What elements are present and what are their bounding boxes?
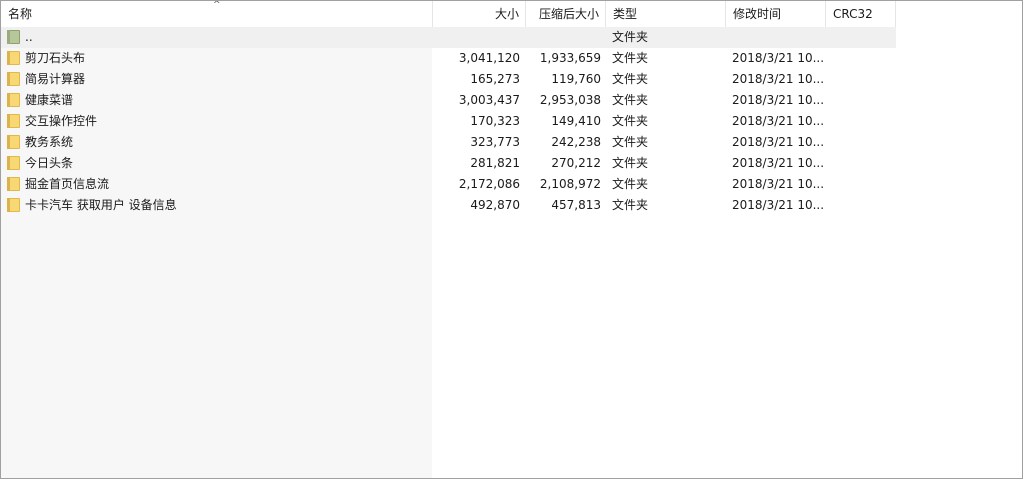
file-type: 文件夹 [612, 72, 649, 86]
file-type: 文件夹 [612, 198, 649, 212]
file-type: 文件夹 [612, 177, 649, 191]
file-size: 323,773 [470, 135, 520, 149]
file-name-cell: 教务系统 [7, 132, 431, 153]
file-size: 165,273 [470, 72, 520, 86]
file-row[interactable]: 掘金首页信息流 2,172,086 2,108,972 文件夹 2018/3/2… [1, 174, 1022, 195]
column-header-size[interactable]: 大小 [433, 1, 526, 27]
file-name: 健康菜谱 [25, 93, 74, 107]
file-type: 文件夹 [612, 93, 649, 107]
file-modified: 2018/3/21 10... [732, 198, 824, 212]
file-row[interactable]: 今日头条 281,821 270,212 文件夹 2018/3/21 10... [1, 153, 1022, 174]
file-row[interactable]: 交互操作控件 170,323 149,410 文件夹 2018/3/21 10.… [1, 111, 1022, 132]
file-name: 剪刀石头布 [25, 51, 86, 65]
column-header-crc32[interactable]: CRC32 [826, 1, 896, 27]
file-type: 文件夹 [612, 135, 649, 149]
column-header-modified-label: 修改时间 [733, 7, 782, 21]
column-header-size-label: 大小 [494, 7, 519, 21]
folder-icon [7, 92, 20, 107]
file-name: 简易计算器 [25, 72, 86, 86]
file-name: 掘金首页信息流 [25, 177, 110, 191]
folder-icon [7, 50, 20, 65]
file-modified: 2018/3/21 10... [732, 135, 824, 149]
column-header-bar: 名称 ^ 大小 压缩后大小 类型 修改时间 CRC32 [1, 1, 1022, 27]
file-packed-size: 242,238 [551, 135, 601, 149]
parent-folder-row[interactable]: .. 文件夹 [1, 27, 896, 48]
file-modified: 2018/3/21 10... [732, 177, 824, 191]
folder-icon [7, 155, 20, 170]
file-name-cell: 剪刀石头布 [7, 48, 431, 69]
parent-folder-name: .. [25, 30, 33, 44]
file-packed-size: 270,212 [551, 156, 601, 170]
file-type: 文件夹 [612, 156, 649, 170]
archive-file-list: 名称 ^ 大小 压缩后大小 类型 修改时间 CRC32 .. 文件夹 剪刀石头布… [0, 0, 1023, 479]
file-size: 2,172,086 [458, 177, 520, 191]
file-type: 文件夹 [612, 114, 649, 128]
column-header-type-label: 类型 [613, 7, 638, 21]
folder-icon [7, 113, 20, 128]
file-packed-size: 119,760 [551, 72, 601, 86]
file-packed-size: 2,953,038 [539, 93, 601, 107]
file-modified: 2018/3/21 10... [732, 156, 824, 170]
file-size: 3,003,437 [458, 93, 520, 107]
file-name: 卡卡汽车 获取用户 设备信息 [25, 198, 177, 212]
file-packed-size: 149,410 [551, 114, 601, 128]
folder-icon [7, 134, 20, 149]
parent-folder-icon [7, 29, 20, 44]
file-name-cell: 简易计算器 [7, 69, 431, 90]
column-header-packed-size-label: 压缩后大小 [538, 7, 599, 21]
file-row[interactable]: 教务系统 323,773 242,238 文件夹 2018/3/21 10... [1, 132, 1022, 153]
file-name-cell: 交互操作控件 [7, 111, 431, 132]
file-name-cell: 掘金首页信息流 [7, 174, 431, 195]
file-size: 170,323 [470, 114, 520, 128]
file-modified: 2018/3/21 10... [732, 93, 824, 107]
file-packed-size: 2,108,972 [539, 177, 601, 191]
file-name: 交互操作控件 [25, 114, 98, 128]
parent-folder-name-cell: .. [7, 27, 431, 48]
file-type: 文件夹 [612, 51, 649, 65]
file-modified: 2018/3/21 10... [732, 114, 824, 128]
file-size: 492,870 [470, 198, 520, 212]
column-header-type[interactable]: 类型 [606, 1, 726, 27]
sort-ascending-icon: ^ [213, 0, 221, 10]
column-header-modified[interactable]: 修改时间 [726, 1, 826, 27]
file-modified: 2018/3/21 10... [732, 72, 824, 86]
folder-icon [7, 197, 20, 212]
parent-folder-type: 文件夹 [612, 30, 649, 44]
file-size: 281,821 [470, 156, 520, 170]
file-row[interactable]: 卡卡汽车 获取用户 设备信息 492,870 457,813 文件夹 2018/… [1, 195, 1022, 216]
file-rows: .. 文件夹 剪刀石头布 3,041,120 1,933,659 文件夹 201… [1, 27, 1022, 216]
folder-icon [7, 176, 20, 191]
column-header-crc32-label: CRC32 [833, 7, 873, 21]
file-modified: 2018/3/21 10... [732, 51, 824, 65]
file-name: 今日头条 [25, 156, 74, 170]
file-name-cell: 今日头条 [7, 153, 431, 174]
file-name-cell: 卡卡汽车 获取用户 设备信息 [7, 195, 431, 216]
file-size: 3,041,120 [458, 51, 520, 65]
file-packed-size: 1,933,659 [539, 51, 601, 65]
file-packed-size: 457,813 [551, 198, 601, 212]
file-row[interactable]: 剪刀石头布 3,041,120 1,933,659 文件夹 2018/3/21 … [1, 48, 1022, 69]
file-name: 教务系统 [25, 135, 74, 149]
file-row[interactable]: 简易计算器 165,273 119,760 文件夹 2018/3/21 10..… [1, 69, 1022, 90]
column-header-name-label: 名称 [8, 7, 33, 21]
file-name-cell: 健康菜谱 [7, 90, 431, 111]
file-row[interactable]: 健康菜谱 3,003,437 2,953,038 文件夹 2018/3/21 1… [1, 90, 1022, 111]
column-header-packed-size[interactable]: 压缩后大小 [526, 1, 606, 27]
folder-icon [7, 71, 20, 86]
